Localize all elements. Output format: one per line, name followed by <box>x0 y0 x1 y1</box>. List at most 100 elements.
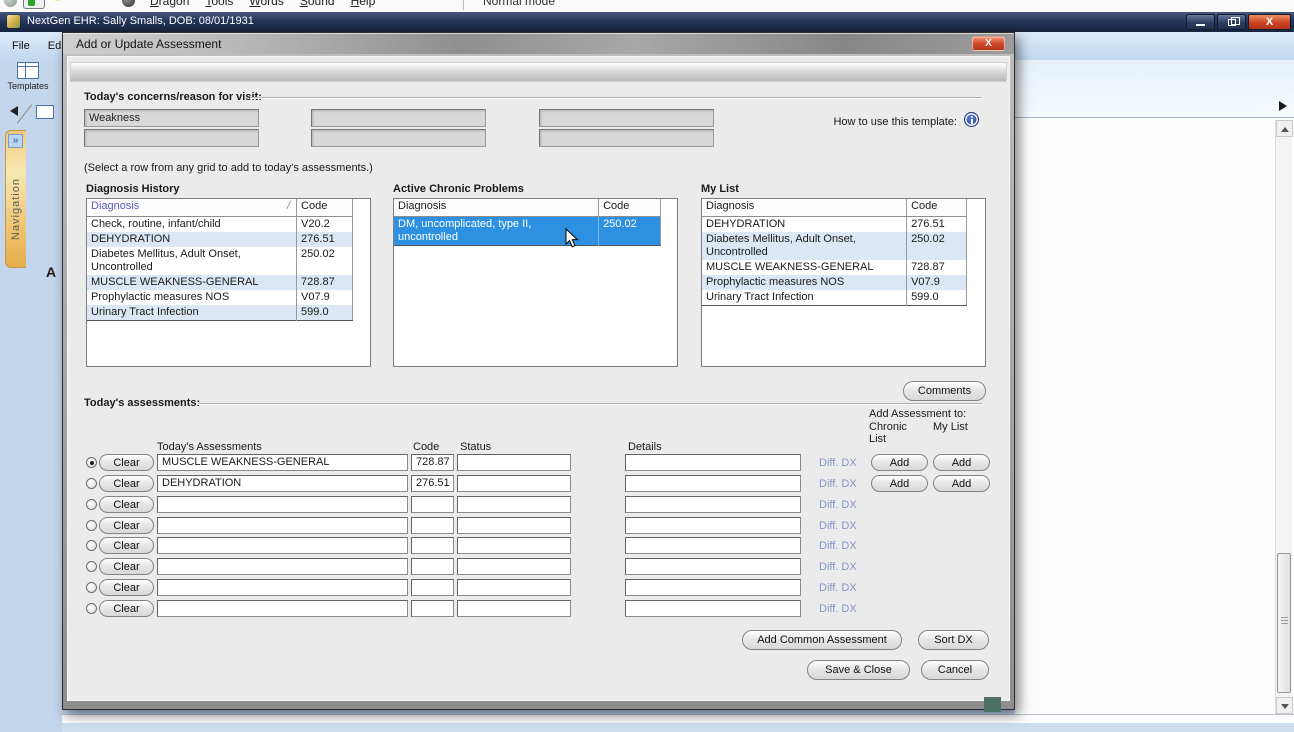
row-select-radio[interactable] <box>86 457 97 468</box>
details-field[interactable] <box>625 475 801 492</box>
diff-dx-link[interactable]: Diff. DX <box>819 520 857 532</box>
scroll-up-button[interactable] <box>1276 120 1293 137</box>
clear-button[interactable]: Clear <box>99 517 154 534</box>
row-select-radio[interactable] <box>86 520 97 531</box>
row-select-radio[interactable] <box>86 540 97 551</box>
concern-field-4[interactable] <box>311 129 486 147</box>
menu-help[interactable]: Help <box>351 0 376 8</box>
back-arrow-icon[interactable] <box>10 106 18 116</box>
status-field[interactable] <box>457 558 571 575</box>
add-to-chronic-list-button[interactable]: Add <box>871 454 928 471</box>
diagnosis-row[interactable]: Check, routine, infant/childV20.2 <box>87 216 353 232</box>
details-field[interactable] <box>625 558 801 575</box>
comments-button[interactable]: Comments <box>903 381 986 401</box>
vertical-scrollbar[interactable] <box>1275 120 1292 714</box>
concern-field-2[interactable] <box>84 129 259 147</box>
diff-dx-link[interactable]: Diff. DX <box>819 478 857 490</box>
clear-button[interactable]: Clear <box>99 475 154 492</box>
assessment-field[interactable]: DEHYDRATION <box>157 475 408 492</box>
code-field[interactable] <box>411 537 454 554</box>
dragon-microphone-icon[interactable] <box>23 0 45 9</box>
concern-field-5[interactable] <box>539 109 714 127</box>
scroll-down-button[interactable] <box>1276 697 1293 714</box>
diagnosis-row[interactable]: DM, uncomplicated, type II, uncontrolled… <box>394 216 661 245</box>
code-field[interactable]: 728.87 <box>411 454 454 471</box>
diagnosis-column-header[interactable]: Diagnosis <box>702 199 907 216</box>
info-icon[interactable] <box>964 112 979 127</box>
restore-button[interactable] <box>1217 14 1246 30</box>
code-field[interactable] <box>411 579 454 596</box>
details-field[interactable] <box>625 600 801 617</box>
add-to-chronic-list-button[interactable]: Add <box>871 475 928 492</box>
diagnosis-row[interactable]: MUSCLE WEAKNESS-GENERAL728.87 <box>87 275 353 290</box>
details-field[interactable] <box>625 537 801 554</box>
diff-dx-link[interactable]: Diff. DX <box>819 499 857 511</box>
menu-words[interactable]: Words <box>249 0 283 8</box>
sort-dx-button[interactable]: Sort DX <box>918 630 989 650</box>
menu-dragon[interactable]: Dragon <box>150 0 189 8</box>
chevron-expand-icon[interactable]: » <box>8 134 23 148</box>
dialog-titlebar[interactable]: Add or Update Assessment X <box>63 33 1014 54</box>
clear-button[interactable]: Clear <box>99 579 154 596</box>
status-field[interactable] <box>457 496 571 513</box>
add-to-my-list-button[interactable]: Add <box>933 454 990 471</box>
assessment-field[interactable] <box>157 600 408 617</box>
close-window-button[interactable]: X <box>1248 14 1291 30</box>
menu-tools[interactable]: Tools <box>205 0 233 8</box>
template-tab-icon[interactable] <box>36 105 54 119</box>
concern-field-1[interactable]: Weakness <box>84 109 259 127</box>
details-field[interactable] <box>625 579 801 596</box>
diagnosis-row[interactable]: Diabetes Mellitus, Adult Onset, Uncontro… <box>702 232 967 260</box>
details-field[interactable] <box>625 496 801 513</box>
status-field[interactable] <box>457 475 571 492</box>
clear-button[interactable]: Clear <box>99 558 154 575</box>
scrollbar-thumb[interactable] <box>1277 553 1291 693</box>
diagnosis-row[interactable]: MUSCLE WEAKNESS-GENERAL728.87 <box>702 260 967 275</box>
row-select-radio[interactable] <box>86 582 97 593</box>
diagnosis-row[interactable]: Prophylactic measures NOSV07.9 <box>702 275 967 290</box>
status-field[interactable] <box>457 454 571 471</box>
diff-dx-link[interactable]: Diff. DX <box>819 603 857 615</box>
code-field[interactable] <box>411 496 454 513</box>
diagnosis-row[interactable]: Urinary Tract Infection599.0 <box>702 290 967 306</box>
add-to-my-list-button[interactable]: Add <box>933 475 990 492</box>
details-field[interactable] <box>625 454 801 471</box>
assessment-field[interactable]: MUSCLE WEAKNESS-GENERAL <box>157 454 408 471</box>
diagnosis-column-header[interactable]: Diagnosis/ <box>87 199 297 216</box>
menu-file[interactable]: File <box>12 40 30 52</box>
assessment-field[interactable] <box>157 517 408 534</box>
cancel-button[interactable]: Cancel <box>921 660 989 680</box>
concern-field-3[interactable] <box>311 109 486 127</box>
dragon-status-icon[interactable] <box>4 0 17 7</box>
row-select-radio[interactable] <box>86 561 97 572</box>
row-select-radio[interactable] <box>86 603 97 614</box>
code-column-header[interactable]: Code <box>907 199 967 216</box>
concern-field-6[interactable] <box>539 129 714 147</box>
diff-dx-link[interactable]: Diff. DX <box>819 457 857 469</box>
add-common-assessment-button[interactable]: Add Common Assessment <box>742 630 902 650</box>
diagnosis-row[interactable]: Diabetes Mellitus, Adult Onset, Uncontro… <box>87 247 353 275</box>
assessment-field[interactable] <box>157 558 408 575</box>
row-select-radio[interactable] <box>86 499 97 510</box>
code-field[interactable] <box>411 517 454 534</box>
status-field[interactable] <box>457 537 571 554</box>
code-column-header[interactable]: Code <box>297 199 353 216</box>
code-field[interactable] <box>411 558 454 575</box>
assessment-field[interactable] <box>157 537 408 554</box>
diff-dx-link[interactable]: Diff. DX <box>819 582 857 594</box>
expand-right-icon[interactable] <box>1279 101 1287 111</box>
diff-dx-link[interactable]: Diff. DX <box>819 540 857 552</box>
clear-button[interactable]: Clear <box>99 537 154 554</box>
code-column-header[interactable]: Code <box>599 199 661 216</box>
diagnosis-row[interactable]: Prophylactic measures NOSV07.9 <box>87 290 353 305</box>
diagnosis-row[interactable]: DEHYDRATION276.51 <box>87 232 353 247</box>
code-field[interactable] <box>411 600 454 617</box>
status-field[interactable] <box>457 579 571 596</box>
save-and-close-button[interactable]: Save & Close <box>807 660 910 680</box>
diagnosis-row[interactable]: DEHYDRATION276.51 <box>702 216 967 232</box>
window-titlebar[interactable]: NextGen EHR: Sally Smalls, DOB: 08/01/19… <box>0 12 1294 32</box>
menu-sound[interactable]: Sound <box>300 0 335 8</box>
diagnosis-column-header[interactable]: Diagnosis <box>394 199 599 216</box>
clear-button[interactable]: Clear <box>99 454 154 471</box>
dialog-close-button[interactable]: X <box>972 36 1005 51</box>
